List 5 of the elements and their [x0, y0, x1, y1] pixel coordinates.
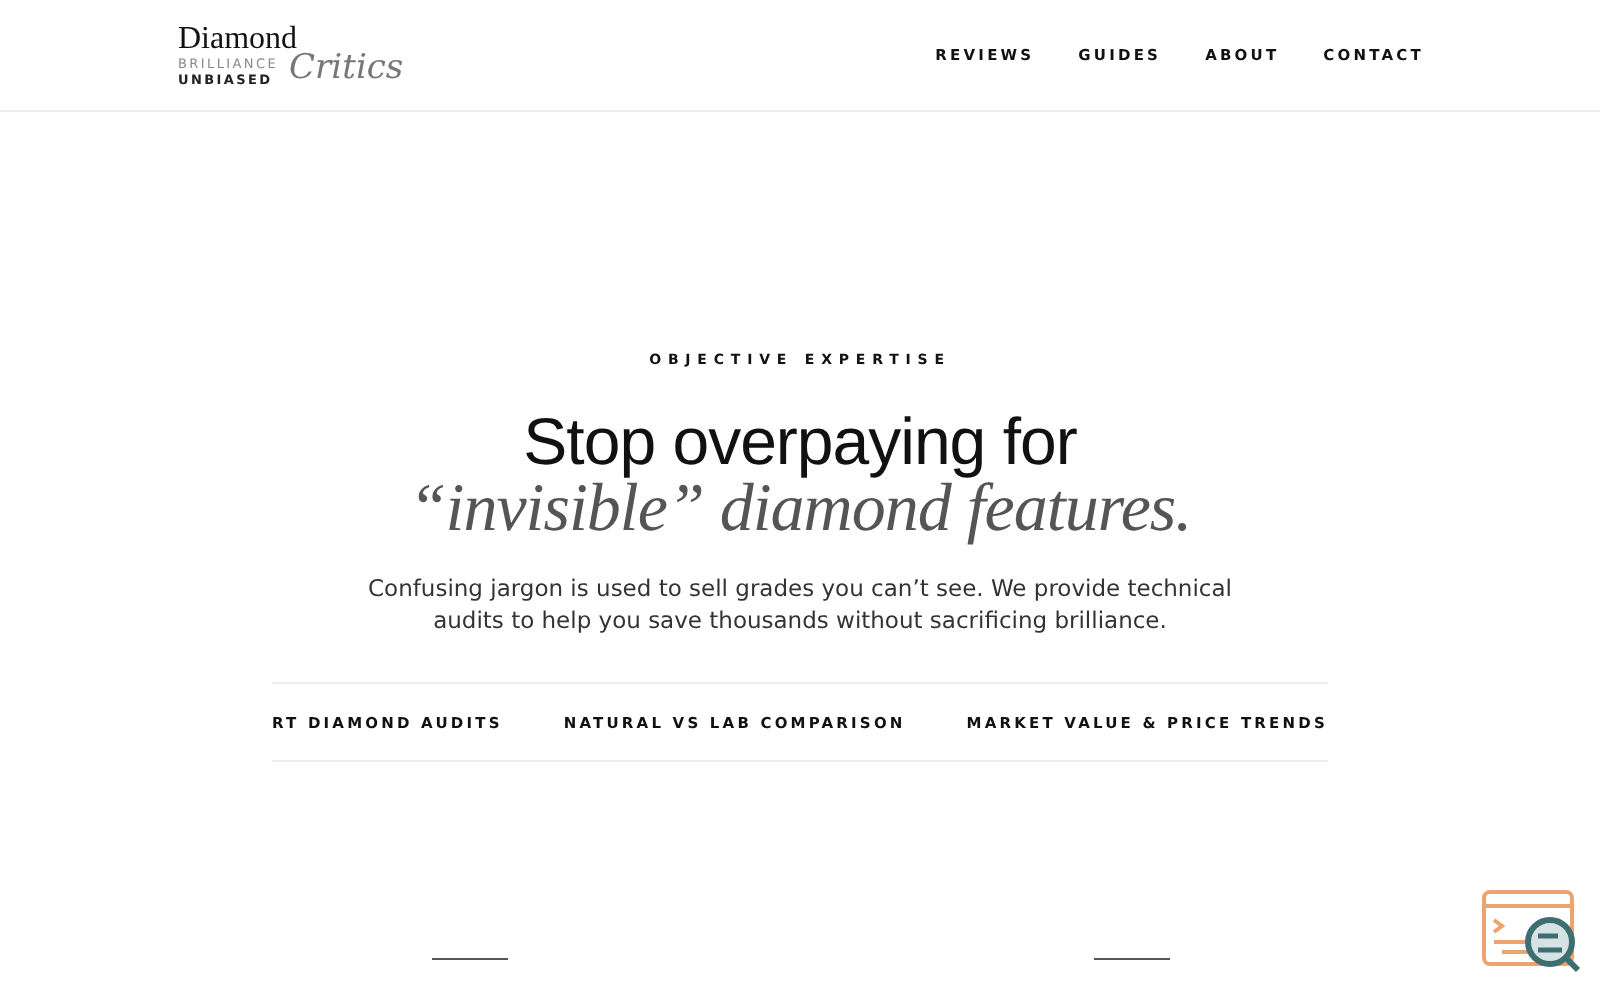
divider-line [432, 958, 508, 960]
hero-lead: Confusing jargon is used to sell grades you can’t see. We provide technical audits to help you save thousands without sacrificing brilliance. [366, 572, 1234, 636]
hero-title-italic: “invisible” diamond features. [408, 476, 1192, 544]
divider-line [1094, 958, 1170, 960]
hero-title: Stop overpaying for [523, 408, 1077, 476]
